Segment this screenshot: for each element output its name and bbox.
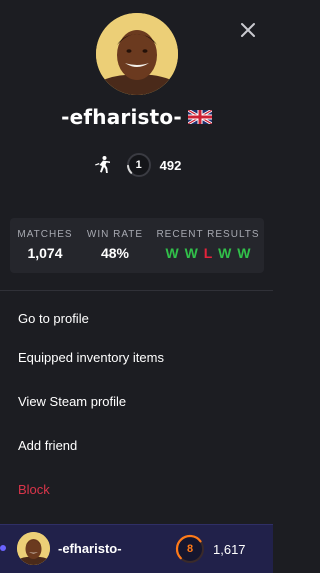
recent-results-stat: RECENT RESULTS W W L W W [150,218,266,273]
result-badge: W [165,245,179,261]
winrate-label: WIN RATE [86,229,144,240]
close-icon[interactable] [239,21,257,39]
stats-panel: MATCHES 1,074 WIN RATE 48% RECENT RESULT… [10,218,264,273]
matches-value: 1,074 [27,245,63,261]
winrate-value: 48% [100,245,130,261]
result-badge: L [203,245,213,261]
result-badge: W [184,245,198,261]
result-badge: W [218,245,232,261]
username: -efharisto- [61,105,182,129]
view-steam-profile-item[interactable]: View Steam profile [0,381,273,421]
block-item[interactable]: Block [0,469,273,509]
recent-results-label: RECENT RESULTS [156,229,260,240]
divider [0,290,273,291]
avatar [96,13,178,95]
add-friend-item[interactable]: Add friend [0,425,273,465]
equipped-inventory-item[interactable]: Equipped inventory items [0,337,273,377]
current-user-bar[interactable]: -efharisto- 8 1,617 [0,524,273,573]
rank-row: 1 492 [0,150,273,180]
level-badge: 1 [126,152,152,178]
footer-username: -efharisto- [58,541,122,556]
elo-value: 492 [159,157,182,173]
online-status-dot [0,545,6,551]
level-number: 1 [135,159,142,171]
player-card-panel: -efharisto- 1 492 MATCHES 1,074 WIN RATE… [0,0,273,573]
winrate-stat: WIN RATE 48% [78,218,152,273]
matches-stat: MATCHES 1,074 [10,218,80,273]
result-badge: W [237,245,251,261]
footer-level-number: 8 [186,543,194,555]
go-to-profile-item[interactable]: Go to profile [0,298,273,338]
profile-name-row: -efharisto- [0,103,273,131]
matches-label: MATCHES [17,229,73,240]
footer-elo-value: 1,617 [213,542,246,557]
footer-avatar [17,532,50,565]
uk-flag-icon [187,110,212,124]
player-icon [94,156,110,173]
footer-level-badge: 8 [175,534,205,564]
recent-results-list: W W L W W [150,245,266,261]
